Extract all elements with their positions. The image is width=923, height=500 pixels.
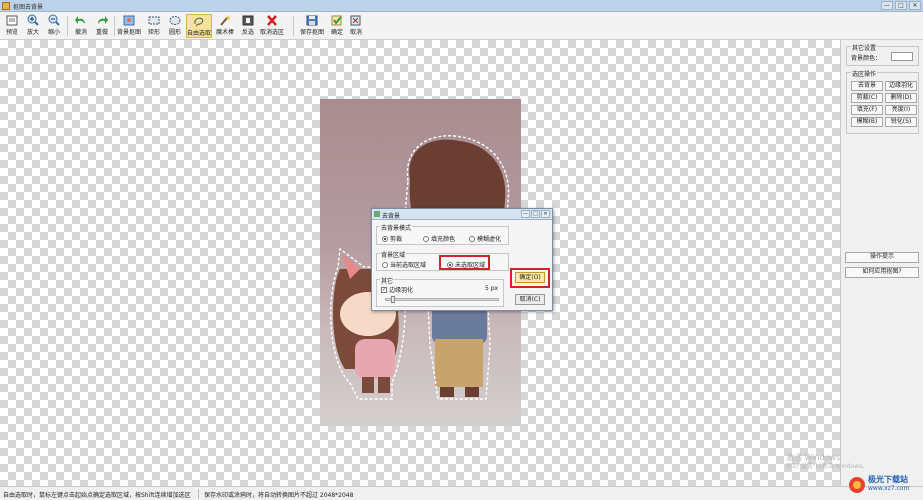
image-canvas[interactable]: 去背景 — □ ✕ 去背景模式 剪裁 填充颜色 模糊虚化 背景区域 当前选取区域 [0, 40, 840, 486]
zoom-in-icon [26, 14, 40, 26]
circle-button[interactable]: 圆形 [166, 14, 184, 38]
minimize-button[interactable]: — [881, 1, 893, 10]
invert-selection-icon [241, 14, 255, 26]
save-cutout-icon [305, 14, 319, 26]
feather-value: 5 px [485, 285, 499, 292]
operation-tips-button[interactable]: 操作提示 [845, 252, 919, 263]
preview-button[interactable]: 预览 [3, 14, 21, 38]
checkmark-icon: ✓ [381, 286, 387, 293]
mode-group-title: 去背景模式 [380, 223, 413, 232]
toolbar-divider [67, 16, 68, 36]
circle-icon [168, 14, 182, 26]
logo-mark-icon [849, 477, 865, 493]
title-bar: 抠图去背景 — □ ✕ [0, 0, 923, 12]
freehand-select-button[interactable]: 自由选取 [186, 14, 212, 38]
radio-icon [469, 235, 475, 242]
dialog-maximize-button[interactable]: □ [531, 210, 540, 218]
undo-icon [74, 14, 88, 26]
blur-button[interactable]: 模糊(B) [851, 117, 883, 127]
dialog-close-button[interactable]: ✕ [541, 210, 550, 218]
close-button[interactable]: ✕ [909, 1, 921, 10]
site-logo: 极光下载站 www.xz7.com [848, 473, 920, 497]
toolbar: 预览 放大 缩小 撤消 重做 背景抠图 矩形 圆形 自由选取 魔术棒 反选 取消… [0, 12, 923, 40]
dialog-cancel-button[interactable]: 取消(C) [515, 294, 545, 305]
mode-group: 去背景模式 剪裁 填充颜色 模糊虚化 [376, 223, 509, 245]
feather-slider-thumb[interactable] [390, 296, 395, 303]
crop-button[interactable]: 剪裁(C) [851, 93, 883, 103]
rectangle-button[interactable]: 矩形 [145, 14, 163, 38]
window-title: 抠图去背景 [13, 4, 44, 11]
bg-color-swatch[interactable] [891, 52, 913, 61]
remove-background-button[interactable]: 去背景 [851, 81, 883, 91]
background-cutout-icon [122, 14, 136, 26]
selection-ops-title: 选区操作 [851, 69, 878, 78]
right-panel: 其它设置 背景颜色： 选区操作 去背景 边缘羽化 剪裁(C) 删除(D) 填充(… [840, 40, 923, 486]
zoom-out-icon [47, 14, 61, 26]
undo-button[interactable]: 撤消 [72, 14, 90, 38]
confirm-icon [330, 14, 344, 26]
area-group-title: 背景区域 [380, 250, 407, 259]
feather-checkbox[interactable]: ✓ 边缘羽化 [381, 285, 413, 294]
fill-button[interactable]: 填充(F) [851, 105, 883, 115]
how-to-apply-button[interactable]: 如何应用抠图? [845, 267, 919, 278]
dialog-title-bar: 去背景 — □ ✕ [372, 209, 552, 220]
app-icon [2, 2, 10, 10]
mode-crop-option[interactable]: 剪裁 [382, 234, 402, 243]
status-info: 保存水印或涂鸦时，将自动转换图片不超过 2048*2048 [204, 492, 354, 499]
redo-button[interactable]: 重做 [93, 14, 111, 38]
background-cutout-button[interactable]: 背景抠图 [117, 14, 141, 38]
radio-icon [382, 261, 388, 268]
toolbar-divider [293, 16, 294, 36]
maximize-button[interactable]: □ [895, 1, 907, 10]
area-current-option[interactable]: 当前选取区域 [382, 260, 426, 269]
save-cutout-button[interactable]: 保存抠图 [299, 14, 325, 38]
cancel-selection-icon [265, 14, 279, 26]
radio-icon [423, 235, 429, 242]
zoom-out-button[interactable]: 缩小 [45, 14, 63, 38]
status-bar: 自由选取时，鼠标左键点击起始点确定选取区域，按Shift连续增加选区 保存水印或… [0, 486, 923, 500]
mode-fill-option[interactable]: 填充颜色 [423, 234, 455, 243]
cancel-button[interactable]: 取消 [348, 14, 364, 38]
other-group: 其它 ✓ 边缘羽化 5 px [376, 276, 504, 307]
other-group-title: 其它 [380, 276, 395, 285]
redo-icon [95, 14, 109, 26]
other-settings-title: 其它设置 [851, 43, 878, 52]
feather-edge-button[interactable]: 边缘羽化 [885, 81, 917, 91]
cancel-selection-button[interactable]: 取消选区 [259, 14, 285, 38]
status-divider [198, 489, 199, 499]
feather-slider[interactable] [385, 298, 499, 301]
delete-button[interactable]: 删除(D) [885, 93, 917, 103]
freehand-select-icon [192, 15, 206, 27]
radio-icon [382, 235, 388, 242]
dialog-app-icon [374, 211, 380, 217]
highlight-box [439, 255, 490, 270]
confirm-button[interactable]: 确定 [329, 14, 345, 38]
rectangle-icon [147, 14, 161, 26]
toolbar-divider [114, 16, 115, 36]
activation-watermark: 激活 Windows 转到"设置"以激活 Windows。 [786, 453, 869, 470]
mode-blur-option[interactable]: 模糊虚化 [469, 234, 501, 243]
dialog-title: 去背景 [382, 213, 401, 220]
brightness-button[interactable]: 亮度(I) [885, 105, 917, 115]
magic-wand-button[interactable]: 魔术棒 [214, 14, 236, 38]
preview-icon [5, 14, 19, 26]
remove-background-dialog: 去背景 — □ ✕ 去背景模式 剪裁 填充颜色 模糊虚化 背景区域 当前选取区域 [371, 208, 553, 311]
selection-ops-group: 选区操作 去背景 边缘羽化 剪裁(C) 删除(D) 填充(F) 亮度(I) 模糊… [846, 69, 919, 134]
zoom-in-button[interactable]: 放大 [24, 14, 42, 38]
other-settings-group: 其它设置 背景颜色： [846, 43, 919, 66]
status-hint: 自由选取时，鼠标左键点击起始点确定选取区域，按Shift连续增加选区 [3, 492, 191, 499]
bg-color-label: 背景颜色： [851, 55, 882, 62]
cancel-icon [349, 14, 363, 26]
highlight-box [510, 268, 550, 288]
magic-wand-icon [218, 14, 232, 26]
dialog-minimize-button[interactable]: — [521, 210, 530, 218]
sharpen-button[interactable]: 锐化(S) [885, 117, 917, 127]
invert-selection-button[interactable]: 反选 [239, 14, 257, 38]
